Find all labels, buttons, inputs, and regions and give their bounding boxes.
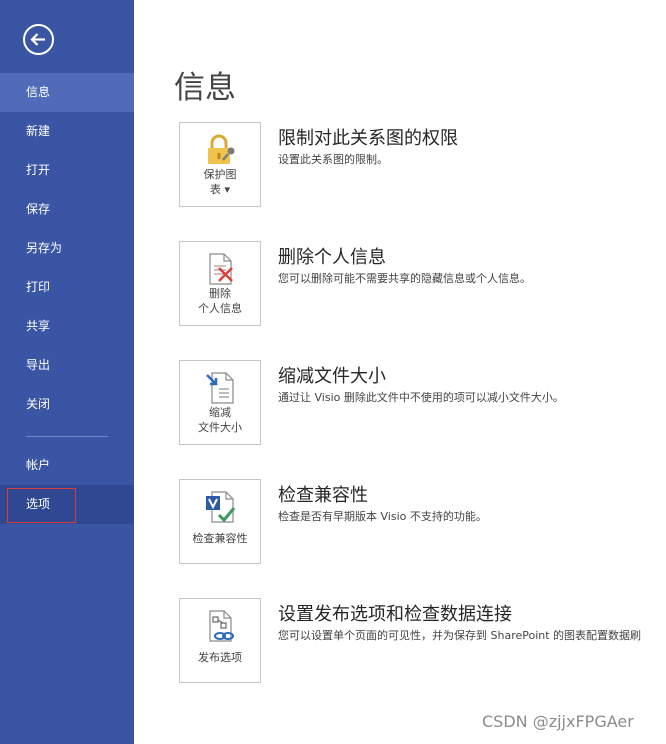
reduce-file-size-desc: 通过让 Visio 删除此文件中不使用的项可以减小文件大小。 <box>278 391 564 404</box>
back-arrow-icon <box>30 33 45 46</box>
compatibility-check-icon <box>206 491 236 523</box>
nav-item-export[interactable]: 导出 <box>0 346 134 385</box>
reduce-file-size-button[interactable]: 缩减 文件大小 <box>179 360 261 445</box>
publish-options-label: 发布选项 <box>198 651 242 664</box>
check-compatibility-label: 检查兼容性 <box>192 532 248 545</box>
publish-options-icon <box>209 610 234 642</box>
check-compatibility-button[interactable]: 检查兼容性 <box>179 479 261 564</box>
lock-key-icon <box>208 134 235 164</box>
nav-item-share[interactable]: 共享 <box>0 307 134 346</box>
reduce-file-size-label: 缩减 文件大小 <box>198 406 242 434</box>
remove-personal-info-title: 删除个人信息 <box>278 247 386 268</box>
csdn-watermark: CSDN @zjjxFPGAer <box>482 712 634 731</box>
nav-item-close[interactable]: 关闭 <box>0 385 134 424</box>
nav-item-save-as[interactable]: 另存为 <box>0 229 134 268</box>
restrict-permissions-title: 限制对此关系图的权限 <box>278 128 458 149</box>
nav-item-save[interactable]: 保存 <box>0 190 134 229</box>
protect-diagram-label: 保护图 表 ▾ <box>203 168 237 196</box>
nav-separator <box>26 436 108 437</box>
restrict-permissions-desc: 设置此关系图的限制。 <box>278 153 388 166</box>
compress-file-icon <box>206 372 234 404</box>
backstage-sidebar: 信息 新建 打开 保存 另存为 打印 共享 导出 关闭 帐户 选项 <box>0 0 134 744</box>
page-title: 信息 <box>174 70 236 106</box>
remove-personal-info-button[interactable]: 删除 个人信息 <box>179 241 261 326</box>
remove-info-icon <box>209 253 233 285</box>
nav-item-new[interactable]: 新建 <box>0 112 134 151</box>
publish-options-title: 设置发布选项和检查数据连接 <box>278 604 512 625</box>
options-highlight-box <box>7 488 76 523</box>
remove-personal-info-label: 删除 个人信息 <box>198 287 242 315</box>
nav-item-print[interactable]: 打印 <box>0 268 134 307</box>
nav-item-open[interactable]: 打开 <box>0 151 134 190</box>
nav-item-account[interactable]: 帐户 <box>0 446 134 485</box>
protect-diagram-button[interactable]: 保护图 表 ▾ <box>179 122 261 207</box>
remove-personal-info-desc: 您可以删除可能不需要共享的隐藏信息或个人信息。 <box>278 272 531 285</box>
reduce-file-size-title: 缩减文件大小 <box>278 366 386 387</box>
publish-options-desc: 您可以设置单个页面的可见性，并为保存到 SharePoint 的图表配置数据刷 <box>278 629 642 642</box>
back-button[interactable] <box>23 24 54 55</box>
check-compatibility-desc: 检查是否有早期版本 Visio 不支持的功能。 <box>278 510 487 523</box>
publish-options-button[interactable]: 发布选项 <box>179 598 261 683</box>
check-compatibility-title: 检查兼容性 <box>278 485 368 506</box>
nav-item-info[interactable]: 信息 <box>0 73 134 112</box>
